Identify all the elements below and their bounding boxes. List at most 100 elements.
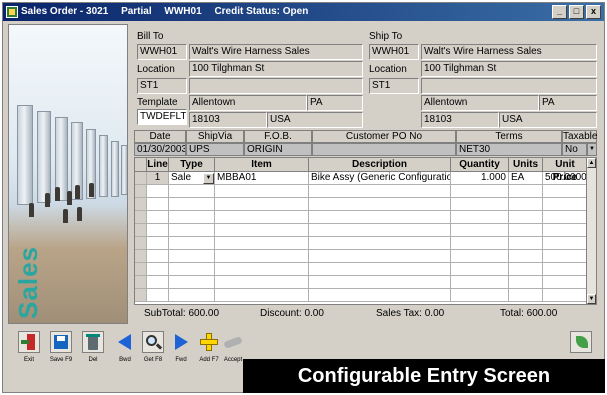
unit-price-cell[interactable] (543, 198, 588, 211)
forward-button[interactable]: Fwd (168, 331, 194, 364)
item-cell[interactable] (215, 185, 309, 198)
unit-price-cell[interactable] (543, 250, 588, 263)
line-number-cell[interactable] (147, 250, 169, 263)
unit-price-cell[interactable] (543, 211, 588, 224)
type-dropdown-arrow-icon[interactable]: ▼ (203, 173, 214, 184)
bill-to-customer-name-field[interactable]: Walt's Wire Harness Sales (189, 44, 363, 60)
fob-field[interactable]: ORIGIN (244, 143, 312, 156)
units-cell[interactable] (509, 185, 543, 198)
bill-to-customer-code-field[interactable]: WWH01 (137, 44, 187, 60)
description-cell[interactable] (309, 289, 451, 302)
scroll-up-arrow-icon[interactable]: ▲ (587, 158, 596, 168)
line-number-cell[interactable]: 1 (147, 172, 169, 185)
bill-to-address1-field[interactable]: 100 Tilghman St (189, 61, 363, 77)
row-selector[interactable] (135, 185, 147, 198)
type-cell[interactable] (169, 263, 215, 276)
shipvia-field[interactable]: UPS (186, 143, 244, 156)
quantity-cell[interactable] (451, 198, 509, 211)
line-number-cell[interactable] (147, 289, 169, 302)
close-button[interactable]: x (586, 5, 601, 19)
line-number-cell[interactable] (147, 211, 169, 224)
type-cell[interactable] (169, 237, 215, 250)
quantity-cell[interactable] (451, 276, 509, 289)
type-cell[interactable] (169, 276, 215, 289)
maximize-button[interactable]: □ (569, 5, 584, 19)
add-button[interactable]: Add F7 (196, 331, 222, 364)
unit-price-cell[interactable] (543, 276, 588, 289)
save-button[interactable]: Save F9 (48, 331, 74, 364)
ship-to-customer-name-field[interactable]: Walt's Wire Harness Sales (421, 44, 597, 60)
quantity-cell[interactable] (451, 224, 509, 237)
bill-to-location-field[interactable]: ST1 (137, 78, 187, 94)
line-number-cell[interactable] (147, 224, 169, 237)
ship-to-state-field[interactable]: PA (539, 95, 597, 111)
description-cell[interactable] (309, 237, 451, 250)
description-cell[interactable] (309, 211, 451, 224)
quantity-cell[interactable] (451, 237, 509, 250)
item-cell[interactable] (215, 211, 309, 224)
description-cell[interactable] (309, 250, 451, 263)
quantity-cell[interactable] (451, 250, 509, 263)
units-cell[interactable] (509, 263, 543, 276)
type-cell[interactable] (169, 185, 215, 198)
quantity-cell[interactable] (451, 263, 509, 276)
item-cell[interactable] (215, 289, 309, 302)
item-cell[interactable] (215, 224, 309, 237)
minimize-button[interactable]: _ (552, 5, 567, 19)
row-selector[interactable] (135, 224, 147, 237)
description-cell[interactable] (309, 185, 451, 198)
item-cell[interactable] (215, 237, 309, 250)
unit-price-cell[interactable] (543, 185, 588, 198)
unit-price-cell[interactable] (543, 289, 588, 302)
terms-field[interactable]: NET30 (456, 143, 562, 156)
bill-to-country-field[interactable]: USA (267, 112, 363, 128)
row-selector[interactable] (135, 289, 147, 302)
ship-to-zip-field[interactable]: 18103 (421, 112, 499, 128)
description-cell[interactable] (309, 224, 451, 237)
line-number-cell[interactable] (147, 276, 169, 289)
units-cell[interactable] (509, 289, 543, 302)
units-cell[interactable] (509, 276, 543, 289)
units-cell[interactable] (509, 211, 543, 224)
get-button[interactable]: Get F8 (140, 331, 166, 364)
line-number-cell[interactable] (147, 185, 169, 198)
bill-to-city-field[interactable]: Allentown (189, 95, 307, 111)
scroll-down-arrow-icon[interactable]: ▼ (587, 294, 596, 304)
item-cell[interactable] (215, 276, 309, 289)
bill-to-zip-field[interactable]: 18103 (189, 112, 267, 128)
type-cell[interactable] (169, 211, 215, 224)
quantity-cell[interactable]: 1.000 (451, 172, 509, 185)
ship-to-address1-field[interactable]: 100 Tilghman St (421, 61, 597, 77)
description-cell[interactable] (309, 263, 451, 276)
item-cell[interactable] (215, 263, 309, 276)
type-cell[interactable] (169, 250, 215, 263)
quantity-cell[interactable] (451, 185, 509, 198)
exit-button[interactable]: Exit (16, 331, 42, 364)
row-selector[interactable] (135, 263, 147, 276)
type-cell[interactable] (169, 198, 215, 211)
description-cell[interactable]: Bike Assy (Generic Configuration) (309, 172, 451, 185)
row-selector[interactable] (135, 198, 147, 211)
row-selector[interactable] (135, 211, 147, 224)
unit-price-cell[interactable]: 500.00000 (543, 172, 588, 185)
order-date-field[interactable]: 01/30/2003 (134, 143, 186, 156)
delete-button[interactable]: Del (80, 331, 106, 364)
row-selector[interactable] (135, 276, 147, 289)
units-cell[interactable] (509, 250, 543, 263)
quantity-cell[interactable] (451, 289, 509, 302)
units-cell[interactable] (509, 198, 543, 211)
row-selector[interactable] (135, 250, 147, 263)
units-cell[interactable]: EA (509, 172, 543, 185)
bill-to-address2-field[interactable] (189, 78, 363, 94)
unit-price-cell[interactable] (543, 224, 588, 237)
line-number-cell[interactable] (147, 237, 169, 250)
line-number-cell[interactable] (147, 198, 169, 211)
quantity-cell[interactable] (451, 211, 509, 224)
backward-button[interactable]: Bwd (112, 331, 138, 364)
description-cell[interactable] (309, 198, 451, 211)
ship-to-location-field[interactable]: ST1 (369, 78, 419, 94)
extra-options-button[interactable] (568, 331, 594, 353)
unit-price-cell[interactable] (543, 263, 588, 276)
units-cell[interactable] (509, 237, 543, 250)
ship-to-country-field[interactable]: USA (499, 112, 597, 128)
